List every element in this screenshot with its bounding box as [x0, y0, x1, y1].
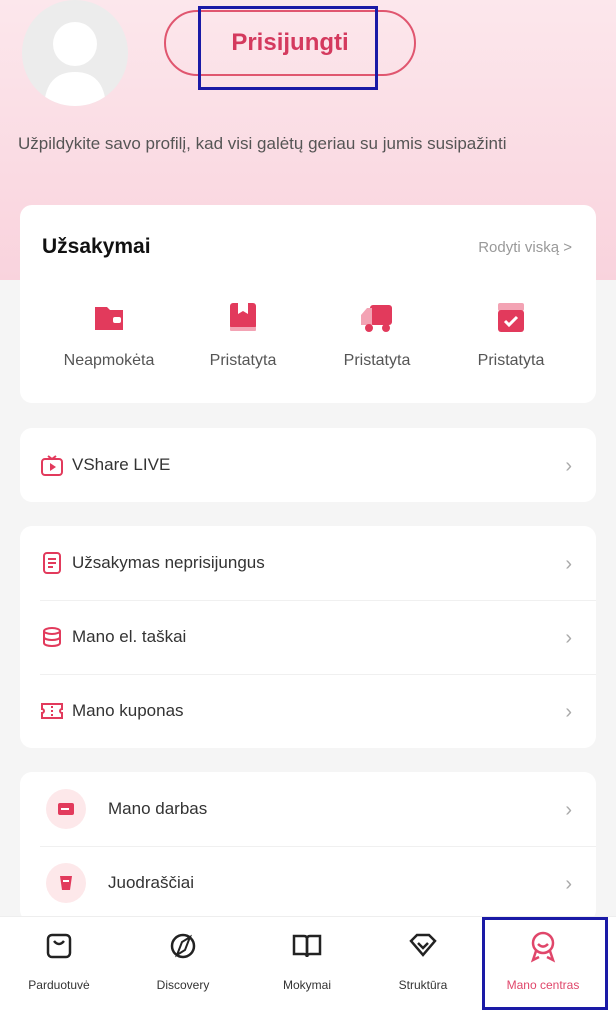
- order-delivered-1-label: Pristatyta: [209, 352, 277, 369]
- diamond-icon: [409, 933, 437, 957]
- order-delivered-3[interactable]: Pristatyta: [446, 297, 576, 370]
- live-tv-icon: [41, 455, 63, 476]
- profile-hint-text: Užpildykite savo profilį, kad visi galėt…: [18, 134, 507, 153]
- database-icon: [43, 627, 61, 648]
- drafts-label: Juodraščiai: [108, 873, 194, 892]
- chevron-right-icon: ›: [565, 553, 572, 575]
- extra-card: Mano darbas › Juodraščiai ›: [20, 772, 596, 922]
- tab-shop[interactable]: Parduotuvė: [0, 917, 118, 1011]
- order-delivered-2-label: Pristatyta: [343, 352, 411, 369]
- book-icon: [292, 934, 322, 958]
- compass-icon: [170, 933, 196, 959]
- profile-badge-icon: [530, 931, 556, 963]
- drafts-row[interactable]: Juodraščiai ›: [20, 846, 596, 920]
- coupon-icon: [41, 703, 63, 719]
- tab-structure-label: Struktūra: [398, 978, 448, 992]
- chevron-right-icon: ›: [565, 455, 572, 477]
- live-row[interactable]: VShare LIVE ›: [20, 428, 596, 502]
- avatar[interactable]: [22, 0, 128, 106]
- coupon-row[interactable]: Mano kuponas ›: [20, 674, 596, 748]
- offline-order-row[interactable]: Užsakymas neprisijungus ›: [20, 526, 596, 600]
- e-points-row[interactable]: Mano el. taškai ›: [20, 600, 596, 674]
- tab-shop-label: Parduotuvė: [28, 978, 90, 992]
- live-label: VShare LIVE: [72, 455, 171, 474]
- chevron-right-icon: ›: [565, 627, 572, 649]
- order-delivered-1[interactable]: Pristatyta: [178, 297, 308, 370]
- live-card: VShare LIVE ›: [20, 428, 596, 502]
- document-icon: [43, 552, 61, 574]
- wallet-icon: [95, 307, 123, 330]
- my-work-label: Mano darbas: [108, 799, 208, 818]
- chevron-right-icon: ›: [565, 701, 572, 723]
- e-points-label: Mano el. taškai: [72, 627, 187, 646]
- profile-header: Prisijungti Užpildykite savo profilį, ka…: [0, 0, 616, 200]
- tab-my-center[interactable]: Mano centras: [484, 917, 602, 1011]
- tab-learning[interactable]: Mokymai: [248, 917, 366, 1011]
- tab-learning-label: Mokymai: [282, 978, 331, 992]
- chevron-right-icon: ›: [565, 799, 572, 821]
- coupon-label: Mano kuponas: [72, 701, 184, 720]
- order-unpaid[interactable]: Neapmokėta: [44, 297, 174, 370]
- view-all-orders-link[interactable]: Rodyti viską >: [478, 239, 572, 256]
- order-delivered-2[interactable]: Pristatyta: [312, 297, 442, 370]
- bottom-tab-bar: Parduotuvė Discovery Mokymai Struktūra M…: [0, 916, 616, 1011]
- offline-order-label: Užsakymas neprisijungus: [72, 553, 265, 572]
- orders-title: Užsakymai: [42, 235, 151, 258]
- card-icon: [46, 789, 86, 829]
- my-work-row[interactable]: Mano darbas ›: [20, 772, 596, 846]
- cup-icon: [46, 863, 86, 903]
- menu-card: Užsakymas neprisijungus › Mano el. taška…: [20, 526, 596, 748]
- received-box-icon: [498, 303, 524, 332]
- truck-icon: [361, 305, 392, 332]
- chevron-right-icon: ›: [565, 873, 572, 895]
- bookmark-box-icon: [230, 303, 256, 331]
- login-button[interactable]: Prisijungti: [164, 10, 416, 76]
- avatar-placeholder-icon: [44, 22, 106, 106]
- order-delivered-3-label: Pristatyta: [477, 352, 545, 369]
- shopping-bag-icon: [46, 933, 72, 959]
- tab-discovery[interactable]: Discovery: [124, 917, 242, 1011]
- tab-discovery-label: Discovery: [156, 978, 210, 992]
- orders-card: Užsakymai Rodyti viską > Neapmokėta Pris…: [20, 205, 596, 403]
- tab-my-center-label: Mano centras: [506, 978, 580, 992]
- order-unpaid-label: Neapmokėta: [63, 352, 155, 369]
- tab-structure[interactable]: Struktūra: [364, 917, 482, 1011]
